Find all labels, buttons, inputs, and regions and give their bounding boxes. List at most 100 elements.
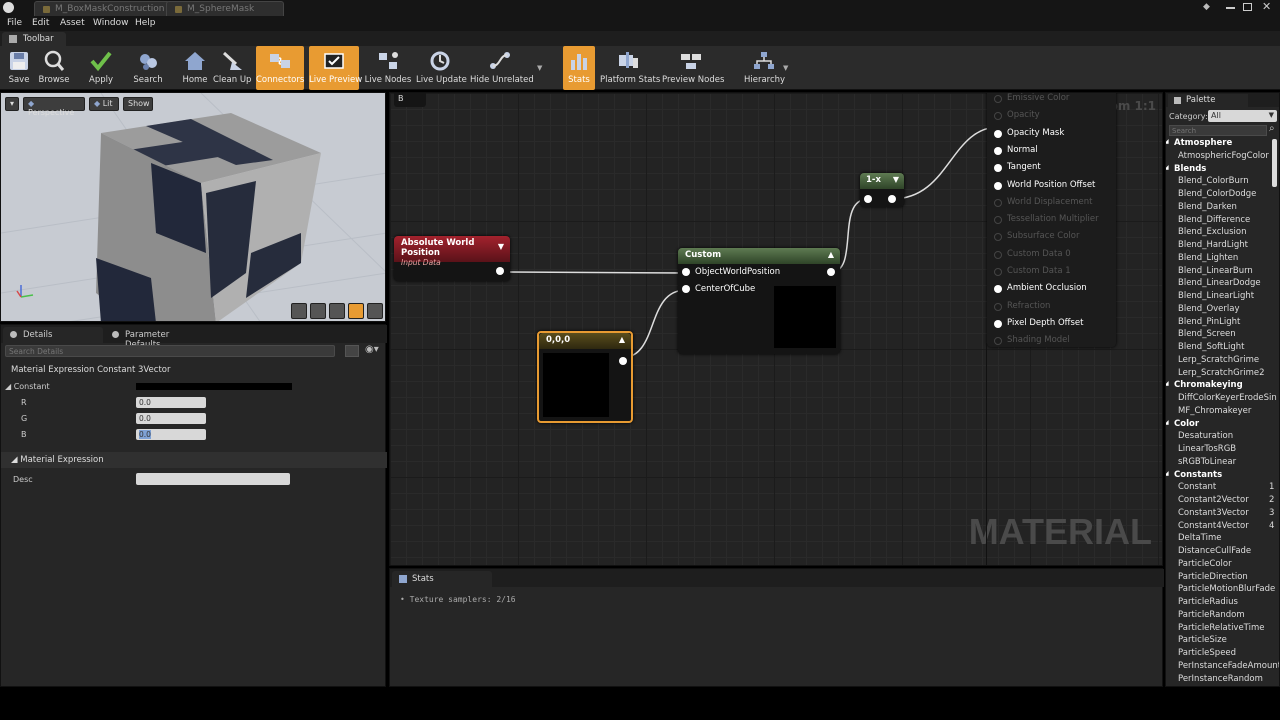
palette-item[interactable]: Lerp_ScratchGrime [1178,355,1259,365]
menu-file[interactable]: File [7,18,22,28]
hide-unrelated-button[interactable]: Hide Unrelated [470,46,534,90]
palette-category[interactable]: Constants [1174,470,1222,480]
expand-arrow-icon[interactable]: ◢ [1166,419,1169,426]
palette-item[interactable]: Blend_Screen [1178,329,1236,339]
palette-item[interactable]: Blend_Difference [1178,215,1250,225]
result-input-pin[interactable] [994,129,1002,138]
show-button[interactable]: Show [123,97,153,111]
notification-icon[interactable]: ◆ [1203,2,1210,12]
result-input-pin[interactable] [994,112,1002,121]
result-input-pin[interactable] [994,198,1002,207]
search-details-input[interactable] [5,345,335,357]
result-input-pin[interactable] [994,319,1002,328]
collapse-arrow-icon[interactable]: ▼ [498,242,504,251]
result-input-pin[interactable] [994,164,1002,173]
palette-item[interactable]: ParticleRelativeTime [1178,623,1265,633]
search-button[interactable]: Search [131,46,165,90]
toolbar-tab[interactable]: Toolbar [2,32,66,46]
stats-button[interactable]: Stats [563,46,595,90]
palette-item[interactable]: DistanceCullFade [1178,546,1251,556]
constant3vector-node[interactable]: 0,0,0 ▲ [537,331,633,423]
eye-icon[interactable]: ◉▾ [365,344,379,355]
expand-arrow-icon[interactable]: ◢ [1166,164,1169,171]
palette-item[interactable]: LinearTosRGB [1178,444,1236,454]
palette-item[interactable]: Blend_Overlay [1178,304,1240,314]
palette-item[interactable]: DeltaTime [1178,533,1221,543]
palette-item[interactable]: ParticleDirection [1178,572,1248,582]
one-minus-node[interactable]: 1-x ▼ [860,173,904,207]
absolute-world-position-node[interactable]: Absolute World Position Input Data ▼ [394,236,510,281]
palette-item[interactable]: PerInstanceFadeAmount [1178,661,1279,671]
preview-viewport[interactable]: ▾ ◆ Perspective ◆ Lit Show [0,92,386,322]
g-value-field[interactable]: 0.0 [136,413,206,424]
palette-item[interactable]: ParticleRadius [1178,597,1238,607]
palette-item[interactable]: Constant3Vector [1178,508,1249,518]
live-nodes-button[interactable]: Live Nodes [364,46,412,90]
sphere-icon[interactable] [310,303,326,319]
details-tab[interactable]: Details [3,327,103,343]
palette-category[interactable]: Atmosphere [1174,138,1232,148]
expand-arrow-icon[interactable]: ◢ [1166,138,1169,145]
palette-item[interactable]: Blend_Exclusion [1178,227,1247,237]
palette-item[interactable]: ParticleMotionBlurFade [1178,584,1275,594]
palette-item[interactable]: Blend_ColorDodge [1178,189,1256,199]
hierarchy-button[interactable]: Hierarchy [744,46,785,90]
minimize-icon[interactable] [1226,7,1235,9]
perspective-button[interactable]: ◆ Perspective [23,97,85,117]
result-input-pin[interactable] [994,216,1002,225]
palette-tab[interactable]: Palette [1168,94,1248,107]
palette-item[interactable]: PerInstanceRandom [1178,674,1263,684]
menu-window[interactable]: Window [93,18,129,28]
material-result-node[interactable]: Emissive Color Opacity Opacity Mask Normal T… [987,93,1116,347]
constant-color-swatch[interactable] [136,383,292,390]
palette-item[interactable]: ParticleColor [1178,559,1232,569]
palette-item[interactable]: PrecomputedAOMask [1178,686,1269,687]
result-input-pin[interactable] [994,337,1002,346]
one-minus-output-pin[interactable] [888,195,896,203]
palette-item[interactable]: Blend_SoftLight [1178,342,1244,352]
hierarchy-dropdown-icon[interactable]: ▼ [783,64,788,72]
palette-item[interactable]: DiffColorKeyerErodeSin [1178,393,1277,403]
awp-output-pin[interactable] [496,267,504,275]
palette-category[interactable]: Blends [1174,164,1206,174]
collapse-arrow-icon[interactable]: ▲ [619,335,625,344]
menu-edit[interactable]: Edit [32,18,49,28]
document-tab[interactable]: M_BoxMaskConstruction [34,1,170,16]
palette-item[interactable]: Blend_HardLight [1178,240,1248,250]
apply-button[interactable]: Apply [86,46,116,90]
palette-item[interactable]: Blend_Lighten [1178,253,1238,263]
palette-item[interactable]: Blend_Darken [1178,202,1237,212]
palette-item[interactable]: sRGBToLinear [1178,457,1236,467]
teapot-icon[interactable] [367,303,383,319]
platform-stats-button[interactable]: Platform Stats [600,46,660,90]
custom-node[interactable]: Custom ▲ ObjectWorldPosition CenterOfCub… [678,248,840,354]
palette-item[interactable]: Constant2Vector [1178,495,1249,505]
menu-asset[interactable]: Asset [60,18,85,28]
result-input-pin[interactable] [994,285,1002,294]
result-input-pin[interactable] [994,302,1002,311]
expand-arrow-icon[interactable]: ◢ [1166,470,1169,477]
palette-item[interactable]: Blend_LinearLight [1178,291,1254,301]
lit-button[interactable]: ◆ Lit [89,97,119,111]
result-input-pin[interactable] [994,250,1002,259]
browse-button[interactable]: Browse [36,46,72,90]
menu-help[interactable]: Help [135,18,156,28]
parameter-defaults-tab[interactable]: Parameter Defaults [105,327,195,350]
cylinder-icon[interactable] [291,303,307,319]
view-options-icon[interactable] [345,345,359,357]
live-update-button[interactable]: Live Update [416,46,467,90]
r-value-field[interactable]: 0.0 [136,397,206,408]
preview-nodes-button[interactable]: Preview Nodes [662,46,724,90]
palette-item[interactable]: MF_Chromakeyer [1178,406,1251,416]
material-expression-section[interactable]: ◢ Material Expression [1,452,387,468]
palette-scrollbar[interactable] [1272,139,1277,187]
cleanup-button[interactable]: Clean Up [213,46,251,90]
cube-icon[interactable] [348,303,364,319]
desc-field[interactable] [136,473,290,485]
document-tab[interactable]: M_SphereMask [166,1,284,16]
collapse-arrow-icon[interactable]: ▼ [893,175,899,184]
live-preview-button[interactable]: Live Preview [309,46,362,90]
result-input-pin[interactable] [994,268,1002,276]
palette-item[interactable]: Constant4Vector [1178,521,1249,531]
result-input-pin[interactable] [994,181,1002,190]
